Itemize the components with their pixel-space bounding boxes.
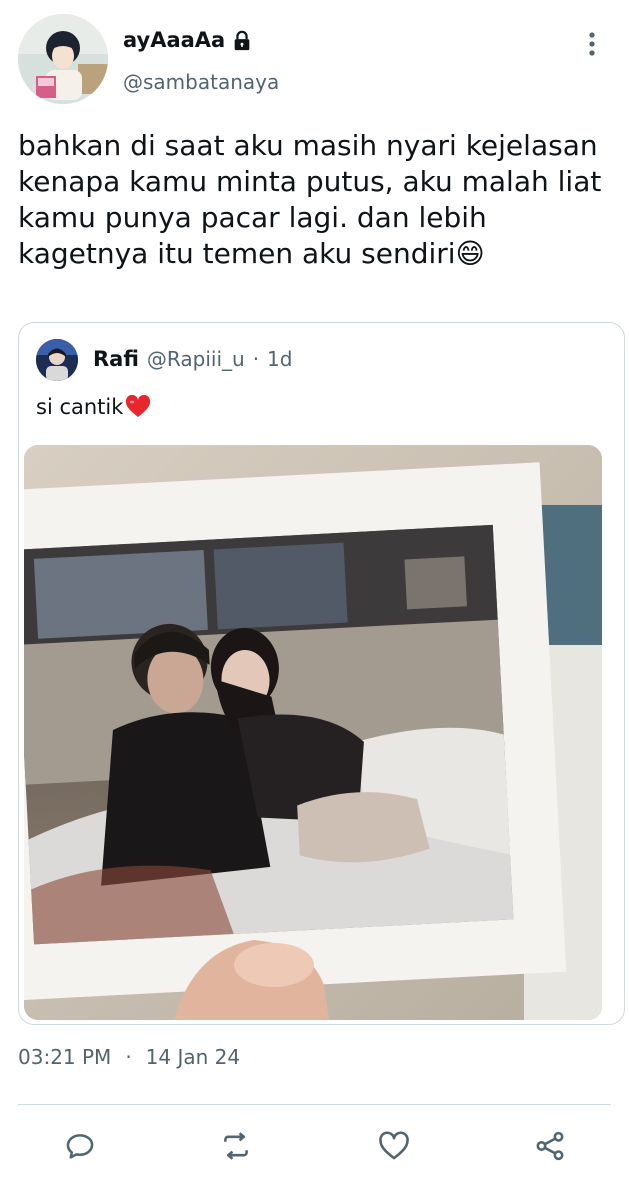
- tweet-text: bahkan di saat aku masih nyari kejelasan…: [18, 129, 602, 270]
- retweet-icon: [224, 1132, 248, 1160]
- timestamp-separator: ·: [125, 1045, 132, 1069]
- tweet-time: 03:21 PM: [18, 1045, 112, 1069]
- more-options-icon[interactable]: [580, 30, 604, 58]
- retweet-button[interactable]: [216, 1126, 256, 1166]
- tweet-timestamp[interactable]: 03:21 PM · 14 Jan 24: [18, 1045, 240, 1069]
- quoted-separator: ·: [252, 347, 260, 371]
- heart-icon: [379, 1131, 409, 1160]
- lock-icon: [231, 30, 251, 51]
- author-display-name[interactable]: ayAaaAa: [123, 28, 225, 52]
- reply-button[interactable]: [60, 1126, 100, 1166]
- quoted-tweet-photo[interactable]: [24, 445, 602, 1020]
- quoted-relative-time[interactable]: 1d: [267, 347, 292, 371]
- polaroid-photo-image: [24, 445, 602, 1020]
- red-heart-icon: [125, 394, 151, 419]
- tweet-date: 14 Jan 24: [145, 1045, 241, 1069]
- author-handle[interactable]: @sambatanaya: [123, 70, 279, 94]
- divider: [18, 1104, 611, 1105]
- author-avatar-image: [18, 14, 108, 104]
- author-avatar[interactable]: [18, 14, 108, 104]
- quoted-author-handle[interactable]: @Rapiii_u: [147, 347, 245, 371]
- like-button[interactable]: [374, 1126, 414, 1166]
- quoted-author-display-name[interactable]: Rafi: [93, 347, 139, 371]
- share-icon: [536, 1131, 564, 1161]
- quoted-tweet-text: si cantik: [36, 395, 124, 419]
- reply-icon: [66, 1134, 94, 1159]
- quoted-author-avatar[interactable]: [36, 339, 78, 381]
- quoted-tweet-card[interactable]: Rafi @Rapiii_u · 1d si cantik: [18, 322, 625, 1025]
- share-button[interactable]: [530, 1126, 570, 1166]
